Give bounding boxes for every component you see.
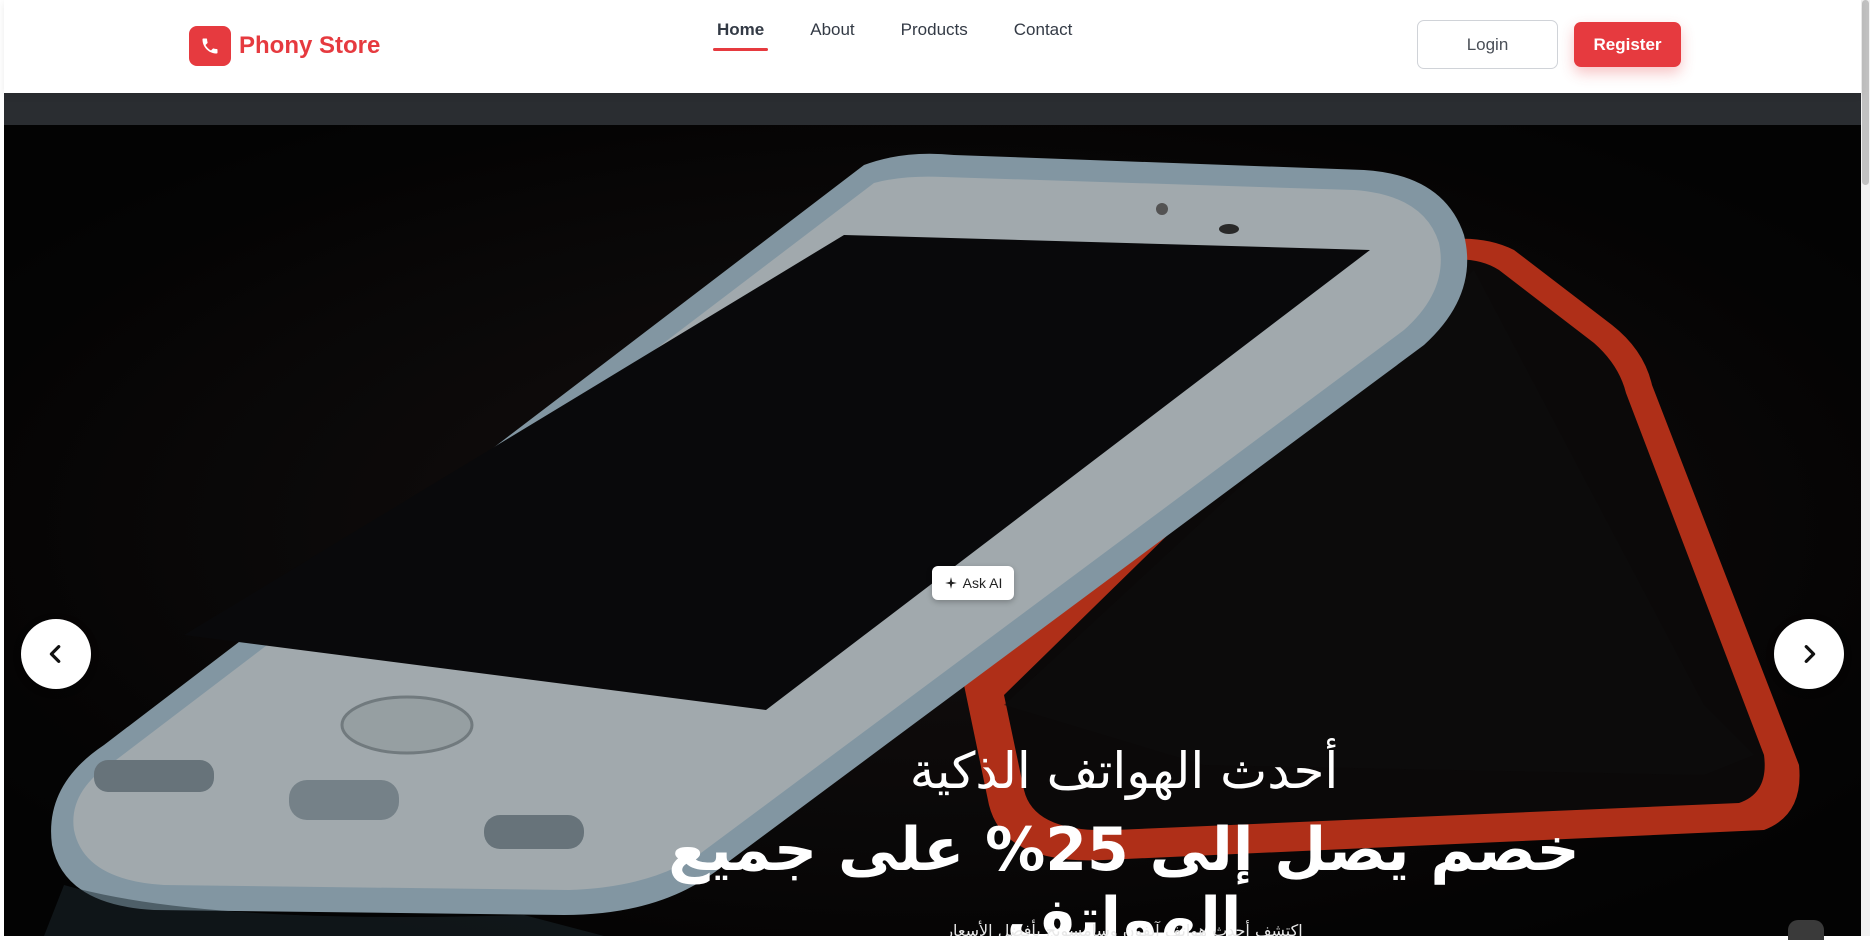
hero-description: اكتشف أحدث هواتف آيفون وسامسونج بأفضل ال…	[945, 921, 1303, 936]
register-button[interactable]: Register	[1574, 22, 1681, 67]
main-nav: Home About Products Contact	[709, 0, 1110, 60]
top-navbar: Phony Store Home About Products Contact …	[4, 0, 1861, 93]
sparkle-icon	[944, 577, 957, 589]
brand-name: Phony Store	[239, 32, 381, 59]
ask-ai-button[interactable]: Ask AI	[932, 566, 1014, 600]
hero-title: خصم يصل إلى 25% على جميع الهواتف	[668, 815, 1580, 936]
hero-carousel: Ask AI أحدث الهواتف الذكية خصم يصل إلى 2…	[4, 125, 1861, 936]
nav-link-about[interactable]: About	[802, 0, 862, 60]
nav-link-home[interactable]: Home	[709, 0, 772, 60]
nav-link-contact[interactable]: Contact	[1006, 0, 1081, 60]
login-button[interactable]: Login	[1417, 20, 1558, 69]
nav-link-products[interactable]: Products	[893, 0, 976, 60]
ask-ai-label: Ask AI	[962, 575, 1003, 591]
chevron-right-icon	[1804, 645, 1816, 663]
chevron-left-icon	[49, 645, 61, 663]
carousel-next-button[interactable]	[1774, 619, 1844, 689]
hero-subtitle: أحدث الهواتف الذكية	[909, 742, 1339, 800]
page-scrollbar-thumb[interactable]	[1862, 0, 1869, 185]
header-strip	[4, 93, 1861, 125]
carousel-prev-button[interactable]	[21, 619, 91, 689]
brand-logo[interactable]: Phony Store	[189, 26, 380, 66]
phone-icon	[189, 26, 231, 66]
settings-tab[interactable]	[1788, 920, 1824, 940]
